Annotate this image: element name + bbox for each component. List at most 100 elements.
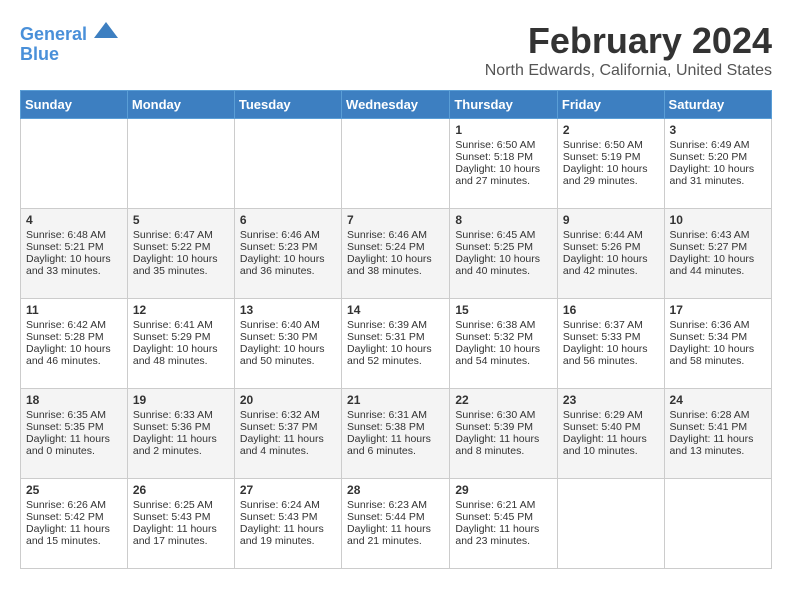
logo: General Blue [20,20,118,65]
table-row [664,479,771,569]
daylight-label: Daylight: 11 hours and 21 minutes. [347,523,444,547]
day-number: 26 [133,483,229,497]
table-row: 1Sunrise: 6:50 AMSunset: 5:18 PMDaylight… [450,119,558,209]
daylight-label: Daylight: 10 hours and 33 minutes. [26,253,122,277]
day-number: 21 [347,393,444,407]
calendar-week-row: 11Sunrise: 6:42 AMSunset: 5:28 PMDayligh… [21,299,772,389]
day-number: 19 [133,393,229,407]
table-row [342,119,450,209]
sunset-label: Sunset: 5:39 PM [455,421,552,433]
sunset-label: Sunset: 5:43 PM [240,511,336,523]
sunrise-label: Sunrise: 6:43 AM [670,229,766,241]
table-row: 19Sunrise: 6:33 AMSunset: 5:36 PMDayligh… [127,389,234,479]
daylight-label: Daylight: 11 hours and 2 minutes. [133,433,229,457]
sunset-label: Sunset: 5:23 PM [240,241,336,253]
daylight-label: Daylight: 11 hours and 4 minutes. [240,433,336,457]
day-number: 17 [670,303,766,317]
main-title: February 2024 [485,20,772,62]
sunset-label: Sunset: 5:25 PM [455,241,552,253]
daylight-label: Daylight: 11 hours and 23 minutes. [455,523,552,547]
sunrise-label: Sunrise: 6:28 AM [670,409,766,421]
sunrise-label: Sunrise: 6:47 AM [133,229,229,241]
table-row: 10Sunrise: 6:43 AMSunset: 5:27 PMDayligh… [664,209,771,299]
logo-subtext: Blue [20,45,118,65]
daylight-label: Daylight: 10 hours and 52 minutes. [347,343,444,367]
table-row: 21Sunrise: 6:31 AMSunset: 5:38 PMDayligh… [342,389,450,479]
calendar-table: Sunday Monday Tuesday Wednesday Thursday… [20,90,772,569]
table-row: 9Sunrise: 6:44 AMSunset: 5:26 PMDaylight… [557,209,664,299]
table-row [127,119,234,209]
daylight-label: Daylight: 10 hours and 48 minutes. [133,343,229,367]
table-row: 25Sunrise: 6:26 AMSunset: 5:42 PMDayligh… [21,479,128,569]
day-number: 29 [455,483,552,497]
sunrise-label: Sunrise: 6:26 AM [26,499,122,511]
table-row: 23Sunrise: 6:29 AMSunset: 5:40 PMDayligh… [557,389,664,479]
table-row: 24Sunrise: 6:28 AMSunset: 5:41 PMDayligh… [664,389,771,479]
sunrise-label: Sunrise: 6:49 AM [670,139,766,151]
sunrise-label: Sunrise: 6:30 AM [455,409,552,421]
logo-icon [94,20,118,40]
day-number: 16 [563,303,659,317]
table-row [234,119,341,209]
col-wednesday: Wednesday [342,91,450,119]
sunrise-label: Sunrise: 6:37 AM [563,319,659,331]
sunset-label: Sunset: 5:37 PM [240,421,336,433]
table-row: 6Sunrise: 6:46 AMSunset: 5:23 PMDaylight… [234,209,341,299]
day-number: 6 [240,213,336,227]
sunrise-label: Sunrise: 6:33 AM [133,409,229,421]
sunrise-label: Sunrise: 6:32 AM [240,409,336,421]
sunrise-label: Sunrise: 6:46 AM [240,229,336,241]
sunrise-label: Sunrise: 6:25 AM [133,499,229,511]
sunset-label: Sunset: 5:21 PM [26,241,122,253]
day-number: 23 [563,393,659,407]
day-number: 3 [670,123,766,137]
logo-text: General [20,20,118,45]
sunset-label: Sunset: 5:18 PM [455,151,552,163]
table-row: 27Sunrise: 6:24 AMSunset: 5:43 PMDayligh… [234,479,341,569]
sunset-label: Sunset: 5:41 PM [670,421,766,433]
sunset-label: Sunset: 5:42 PM [26,511,122,523]
day-number: 15 [455,303,552,317]
day-number: 24 [670,393,766,407]
table-row: 14Sunrise: 6:39 AMSunset: 5:31 PMDayligh… [342,299,450,389]
sunset-label: Sunset: 5:30 PM [240,331,336,343]
sunset-label: Sunset: 5:19 PM [563,151,659,163]
sunrise-label: Sunrise: 6:41 AM [133,319,229,331]
table-row: 2Sunrise: 6:50 AMSunset: 5:19 PMDaylight… [557,119,664,209]
daylight-label: Daylight: 10 hours and 44 minutes. [670,253,766,277]
sunset-label: Sunset: 5:20 PM [670,151,766,163]
day-number: 18 [26,393,122,407]
sunrise-label: Sunrise: 6:36 AM [670,319,766,331]
table-row: 8Sunrise: 6:45 AMSunset: 5:25 PMDaylight… [450,209,558,299]
sunrise-label: Sunrise: 6:40 AM [240,319,336,331]
day-number: 27 [240,483,336,497]
table-row: 16Sunrise: 6:37 AMSunset: 5:33 PMDayligh… [557,299,664,389]
sunrise-label: Sunrise: 6:38 AM [455,319,552,331]
sunset-label: Sunset: 5:32 PM [455,331,552,343]
sunset-label: Sunset: 5:26 PM [563,241,659,253]
day-number: 20 [240,393,336,407]
table-row: 11Sunrise: 6:42 AMSunset: 5:28 PMDayligh… [21,299,128,389]
day-number: 9 [563,213,659,227]
day-number: 14 [347,303,444,317]
table-row: 5Sunrise: 6:47 AMSunset: 5:22 PMDaylight… [127,209,234,299]
sunrise-label: Sunrise: 6:35 AM [26,409,122,421]
sunrise-label: Sunrise: 6:50 AM [455,139,552,151]
sunset-label: Sunset: 5:31 PM [347,331,444,343]
day-number: 12 [133,303,229,317]
sunrise-label: Sunrise: 6:29 AM [563,409,659,421]
sunrise-label: Sunrise: 6:44 AM [563,229,659,241]
sunset-label: Sunset: 5:44 PM [347,511,444,523]
sunset-label: Sunset: 5:40 PM [563,421,659,433]
table-row [21,119,128,209]
daylight-label: Daylight: 10 hours and 29 minutes. [563,163,659,187]
calendar-header-row: Sunday Monday Tuesday Wednesday Thursday… [21,91,772,119]
daylight-label: Daylight: 10 hours and 38 minutes. [347,253,444,277]
day-number: 28 [347,483,444,497]
table-row: 29Sunrise: 6:21 AMSunset: 5:45 PMDayligh… [450,479,558,569]
day-number: 11 [26,303,122,317]
daylight-label: Daylight: 11 hours and 15 minutes. [26,523,122,547]
col-tuesday: Tuesday [234,91,341,119]
table-row: 22Sunrise: 6:30 AMSunset: 5:39 PMDayligh… [450,389,558,479]
daylight-label: Daylight: 10 hours and 40 minutes. [455,253,552,277]
